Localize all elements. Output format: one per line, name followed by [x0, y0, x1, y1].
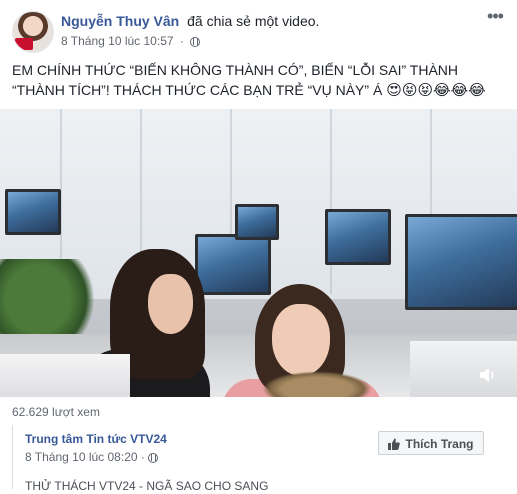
- shared-video-title[interactable]: THỬ THÁCH VTV24 - NGÃ SAO CHO SANG: [25, 478, 268, 494]
- avatar-badge: [15, 38, 33, 50]
- shared-page-date[interactable]: 8 Tháng 10 lúc 08:20: [25, 450, 138, 464]
- facebook-post: Nguyễn Thuy Vân đã chia sẻ một video. 8 …: [0, 0, 517, 493]
- video-monitor: [325, 209, 391, 265]
- video-player[interactable]: [0, 109, 517, 397]
- author-action-text: đã chia sẻ một video.: [187, 13, 320, 29]
- post-timestamp[interactable]: 8 Tháng 10 lúc 10:57: [61, 34, 174, 48]
- video-monitor: [195, 234, 271, 295]
- post-meta: 8 Tháng 10 lúc 10:57 ·: [61, 33, 201, 49]
- shared-page-name-link[interactable]: Trung tâm Tin tức VTV24: [25, 431, 167, 447]
- thumbs-up-icon: [388, 438, 401, 450]
- video-monitor: [235, 204, 279, 240]
- video-person-right-face: [272, 304, 330, 376]
- video-monitor: [405, 214, 517, 310]
- shared-page-timestamp: 8 Tháng 10 lúc 08:20 ·: [25, 449, 159, 465]
- like-page-button[interactable]: Thích Trang: [378, 431, 484, 455]
- post-emojis: 😍😝😝😂😂😂: [386, 82, 486, 99]
- more-horizontal-icon[interactable]: •••: [485, 7, 505, 26]
- globe-icon[interactable]: [190, 37, 201, 47]
- like-page-label: Thích Trang: [405, 437, 474, 451]
- video-laptop-left: [0, 354, 130, 397]
- video-flowers: [262, 371, 372, 397]
- video-monitor: [5, 189, 61, 235]
- video-view-count: 62.629 lượt xem: [12, 405, 100, 419]
- globe-icon[interactable]: [148, 453, 159, 463]
- video-laptop-right: [410, 341, 517, 397]
- video-person-left-face: [148, 274, 193, 334]
- author-name-link[interactable]: Nguyễn Thuy Vân: [61, 13, 179, 29]
- post-text-line-2: “THÀNH TÍCH”! THÁCH THỨC CÁC BẠN TRẺ “VỤ…: [12, 80, 507, 101]
- post-text-line-2-text: “THÀNH TÍCH”! THÁCH THỨC CÁC BẠN TRẺ “VỤ…: [12, 82, 383, 98]
- meta-separator: ·: [140, 450, 145, 464]
- author-avatar[interactable]: [12, 11, 54, 53]
- speaker-icon[interactable]: [479, 367, 497, 383]
- shared-page-box: Trung tâm Tin tức VTV24 8 Tháng 10 lúc 0…: [12, 425, 508, 493]
- post-text-line-1: EM CHÍNH THỨC “BIẾN KHÔNG THÀNH CÓ”, BIẾ…: [12, 62, 458, 78]
- author-line: Nguyễn Thuy Vân đã chia sẻ một video.: [61, 12, 319, 30]
- meta-separator: ·: [179, 34, 184, 48]
- post-text: EM CHÍNH THỨC “BIẾN KHÔNG THÀNH CÓ”, BIẾ…: [12, 60, 507, 101]
